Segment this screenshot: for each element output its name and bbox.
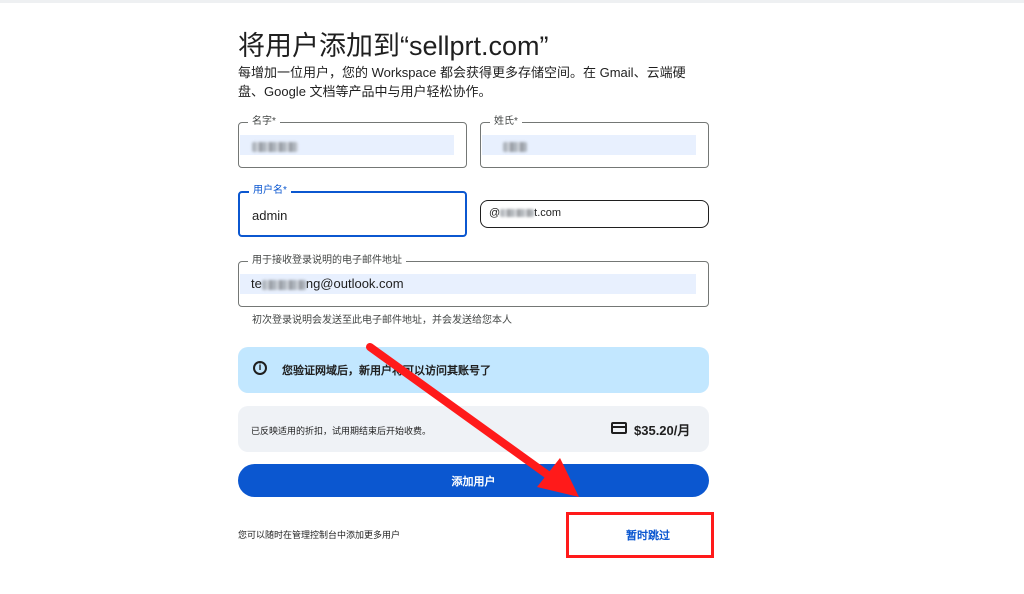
domain-value: @ t.com — [489, 207, 561, 219]
domain-select[interactable]: @ t.com — [480, 200, 709, 228]
username-label: 用户名* — [249, 185, 291, 197]
email-label: 用于接收登录说明的电子邮件地址 — [248, 255, 406, 267]
redacted-first-name — [252, 141, 298, 152]
first-name-value — [252, 138, 298, 153]
add-user-button[interactable]: 添加用户 — [238, 464, 709, 497]
first-name-field[interactable]: 名字* — [238, 116, 467, 168]
last-name-label: 姓氏* — [490, 116, 522, 128]
page-subtitle: 每增加一位用户，您的 Workspace 都会获得更多存储空间。在 Gmail、… — [238, 65, 686, 99]
price-value: $35.20/月 — [634, 423, 691, 438]
email-hint: 初次登录说明会发送至此电子邮件地址，并会发送给您本人 — [252, 315, 512, 326]
domain-suffix: t.com — [534, 207, 562, 219]
info-icon: i — [253, 361, 267, 375]
redacted-domain — [500, 209, 535, 218]
email-value-start: te — [251, 276, 262, 291]
footer-note: 您可以随时在管理控制台中添加更多用户 — [238, 530, 401, 540]
first-name-label: 名字* — [248, 116, 280, 128]
top-border — [0, 0, 1024, 3]
credit-card-icon — [611, 422, 627, 434]
pricing-box: 已反映适用的折扣，试用期结束后开始收费。 $35.20/月 — [238, 406, 709, 452]
pricing-note: 已反映适用的折扣，试用期结束后开始收费。 — [251, 426, 432, 436]
email-field[interactable]: 用于接收登录说明的电子邮件地址 te ng@outlook.com — [238, 255, 709, 307]
redacted-email — [261, 279, 306, 290]
skip-button[interactable]: 暂时跳过 — [626, 527, 670, 543]
page-title: 将用户添加到“sellprt.com” — [238, 31, 549, 61]
last-name-value — [503, 138, 527, 153]
info-banner: i 您验证网域后，新用户将可以访问其账号了 — [238, 347, 709, 393]
email-value: te ng@outlook.com — [251, 276, 404, 291]
info-banner-text: 您验证网域后，新用户将可以访问其账号了 — [282, 365, 491, 377]
username-value: admin — [252, 208, 288, 223]
email-value-end: ng@outlook.com — [305, 276, 404, 291]
username-field[interactable]: 用户名* admin — [238, 185, 467, 237]
domain-prefix: @ — [489, 207, 501, 219]
redacted-last-name — [503, 141, 527, 152]
last-name-field[interactable]: 姓氏* — [480, 116, 709, 168]
